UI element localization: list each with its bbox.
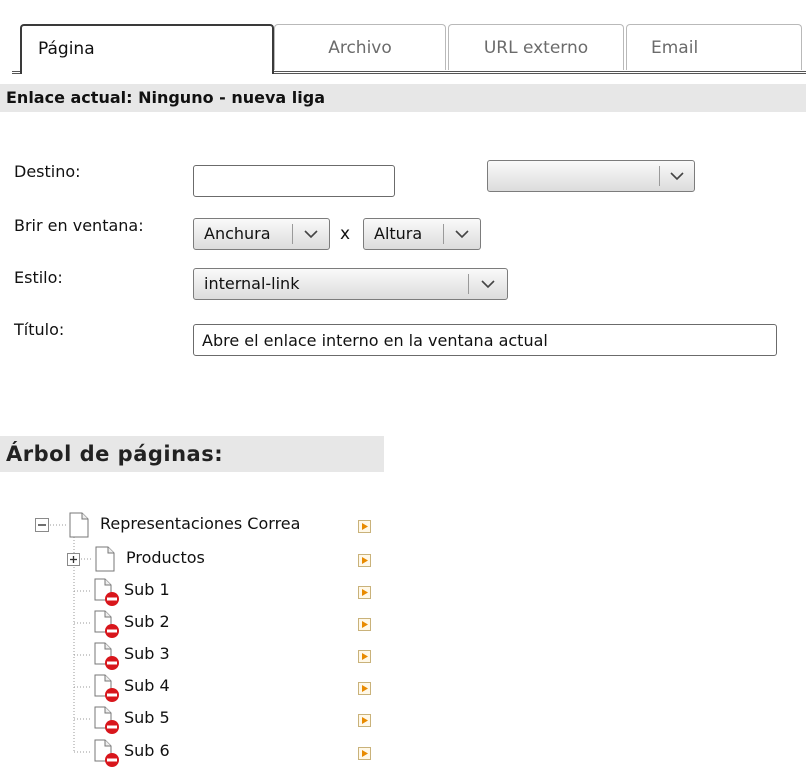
- select-separator: [468, 274, 469, 294]
- select-separator: [292, 224, 293, 244]
- tree-item-sub-5[interactable]: Sub 5: [124, 708, 170, 727]
- tab-archivo[interactable]: Archivo: [274, 24, 446, 70]
- tree-item-sub-6[interactable]: Sub 6: [124, 741, 170, 760]
- restricted-page-icon: [94, 578, 119, 606]
- page-icon: [69, 512, 89, 538]
- estilo-select[interactable]: internal-link: [193, 268, 508, 300]
- page-tree-title: Árbol de páginas:: [0, 436, 384, 472]
- link-arrow-icon[interactable]: [358, 714, 371, 727]
- link-arrow-icon[interactable]: [358, 586, 371, 599]
- restricted-page-icon: [94, 610, 119, 638]
- tab-label: Email: [651, 38, 699, 58]
- titulo-input[interactable]: [193, 324, 777, 356]
- tree-item-sub-4[interactable]: Sub 4: [124, 676, 170, 695]
- expand-icon[interactable]: [67, 553, 80, 566]
- restricted-page-icon: [94, 739, 119, 767]
- tree-item-sub-1[interactable]: Sub 1: [124, 580, 170, 599]
- tab-bar: Página Archivo URL externo Email: [12, 24, 806, 74]
- select-separator: [659, 166, 660, 186]
- estilo-label: Estilo:: [14, 268, 63, 287]
- tree-root-label[interactable]: Representaciones Correa: [100, 514, 300, 533]
- restricted-page-icon: [94, 642, 119, 670]
- link-arrow-icon[interactable]: [358, 554, 371, 567]
- tab-pagina[interactable]: Página: [20, 24, 274, 74]
- link-arrow-icon[interactable]: [358, 682, 371, 695]
- anchura-select-value: Anchura: [204, 224, 271, 243]
- ventana-label: Brir en ventana:: [14, 216, 144, 235]
- tab-email[interactable]: Email: [626, 24, 802, 70]
- estilo-select-value: internal-link: [204, 274, 300, 293]
- anchura-select[interactable]: Anchura: [193, 218, 330, 250]
- altura-select[interactable]: Altura: [363, 218, 481, 250]
- link-arrow-icon[interactable]: [358, 650, 371, 663]
- restricted-page-icon: [94, 706, 119, 734]
- chevron-down-icon: [670, 172, 684, 181]
- chevron-down-icon: [455, 230, 469, 239]
- tab-label: URL externo: [483, 38, 589, 58]
- tab-label: Archivo: [328, 38, 392, 58]
- page-icon: [95, 546, 115, 572]
- dimension-separator: x: [340, 224, 351, 244]
- link-arrow-icon[interactable]: [358, 747, 371, 760]
- destino-input[interactable]: [193, 165, 395, 197]
- select-separator: [443, 224, 444, 244]
- titulo-label: Título:: [14, 320, 65, 339]
- tab-label: Página: [38, 39, 95, 59]
- restricted-page-icon: [94, 674, 119, 702]
- current-link-bar: Enlace actual: Ninguno - nueva liga: [0, 84, 806, 112]
- link-arrow-icon[interactable]: [358, 618, 371, 631]
- link-arrow-icon[interactable]: [358, 520, 371, 533]
- tab-url-externo[interactable]: URL externo: [448, 24, 624, 70]
- destino-select[interactable]: [487, 160, 695, 192]
- chevron-down-icon: [481, 280, 495, 289]
- tree-item-sub-3[interactable]: Sub 3: [124, 644, 170, 663]
- tree-item-sub-2[interactable]: Sub 2: [124, 612, 170, 631]
- chevron-down-icon: [304, 230, 318, 239]
- tree-item-productos[interactable]: Productos: [126, 548, 205, 567]
- collapse-icon[interactable]: [35, 518, 49, 532]
- destino-label: Destino:: [14, 162, 81, 181]
- altura-select-value: Altura: [374, 224, 423, 243]
